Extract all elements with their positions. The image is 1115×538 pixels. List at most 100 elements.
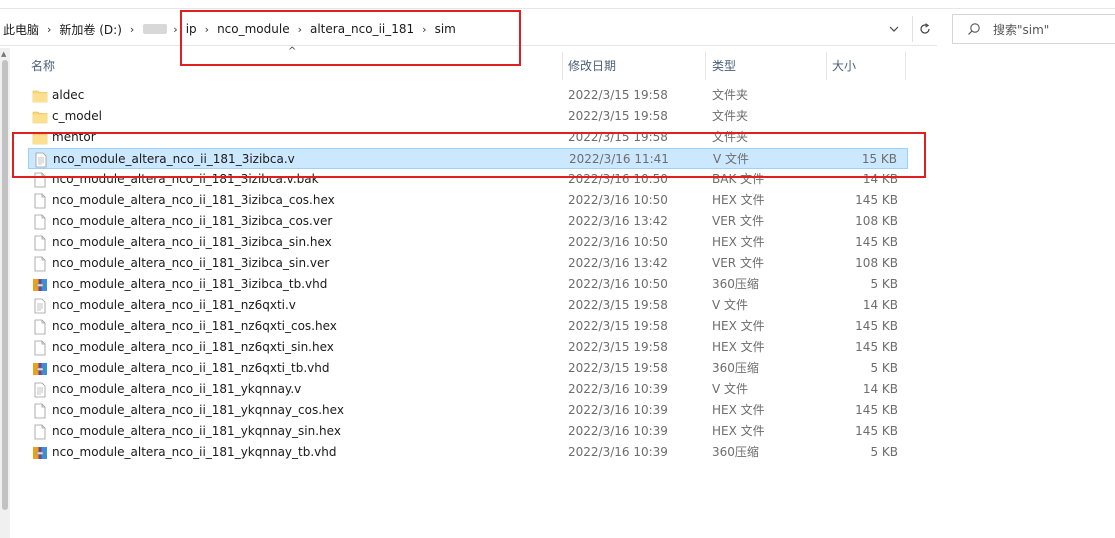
- text-file-icon: [32, 382, 48, 398]
- file-modified-date: 2022/3/16 13:42: [568, 214, 668, 228]
- file-type: HEX 文件: [712, 319, 765, 333]
- file-name: nco_module_altera_nco_ii_181_ykqnnay.v: [52, 382, 302, 396]
- folder-icon: [32, 109, 48, 125]
- file-row[interactable]: nco_module_altera_nco_ii_181_nz6qxti_cos…: [28, 316, 908, 337]
- file-row[interactable]: nco_module_altera_nco_ii_181_nz6qxti_sin…: [28, 337, 908, 358]
- scroll-up-icon[interactable]: ▲: [1, 50, 6, 58]
- file-name: nco_module_altera_nco_ii_181_ykqnnay_tb.…: [52, 445, 337, 459]
- file-name: nco_module_altera_nco_ii_181_ykqnnay_cos…: [52, 403, 344, 417]
- file-row[interactable]: nco_module_altera_nco_ii_181_nz6qxti.v 20…: [28, 295, 908, 316]
- file-size: 145 KB: [855, 193, 898, 207]
- file-row[interactable]: nco_module_altera_nco_ii_181_3izibca_sin…: [28, 232, 908, 253]
- scrollbar-thumb[interactable]: [2, 60, 8, 510]
- blank-file-icon: [32, 235, 48, 251]
- file-row[interactable]: nco_module_altera_nco_ii_181_ykqnnay_tb.…: [28, 442, 908, 463]
- file-row[interactable]: nco_module_altera_nco_ii_181_3izibca_sin…: [28, 253, 908, 274]
- file-row[interactable]: nco_module_altera_nco_ii_181_ykqnnay.v 20…: [28, 379, 908, 400]
- file-type: 文件夹: [712, 88, 749, 102]
- text-file-icon: [32, 298, 48, 314]
- file-type: HEX 文件: [712, 235, 765, 249]
- chevron-right-icon[interactable]: ›: [45, 23, 56, 36]
- file-name: nco_module_altera_nco_ii_181_nz6qxti.v: [52, 298, 296, 312]
- file-type: HEX 文件: [712, 403, 765, 417]
- column-divider[interactable]: [562, 52, 563, 80]
- file-modified-date: 2022/3/16 10:50: [568, 193, 668, 207]
- file-size: 145 KB: [855, 403, 898, 417]
- file-type: 文件夹: [712, 109, 749, 123]
- column-divider[interactable]: [705, 52, 706, 80]
- file-size: 5 KB: [870, 445, 898, 459]
- caret-up-icon: ^: [288, 46, 297, 57]
- history-dropdown-button[interactable]: [884, 16, 904, 42]
- file-type: HEX 文件: [712, 340, 765, 354]
- file-size: 108 KB: [855, 214, 898, 228]
- file-row[interactable]: nco_module_altera_nco_ii_181_ykqnnay_cos…: [28, 400, 908, 421]
- column-divider[interactable]: [905, 52, 906, 80]
- file-modified-date: 2022/3/15 19:58: [568, 88, 668, 102]
- blank-file-icon: [32, 256, 48, 272]
- blank-file-icon: [32, 193, 48, 209]
- file-size: 5 KB: [870, 361, 898, 375]
- file-type: 360压缩: [712, 445, 759, 459]
- file-size: 145 KB: [855, 235, 898, 249]
- blank-file-icon: [32, 403, 48, 419]
- file-row[interactable]: nco_module_altera_nco_ii_181_ykqnnay_sin…: [28, 421, 908, 442]
- annotation-box-file: [12, 132, 926, 178]
- file-name: nco_module_altera_nco_ii_181_nz6qxti_sin…: [52, 340, 334, 354]
- annotation-box-path: [180, 10, 521, 66]
- file-size: 5 KB: [870, 277, 898, 291]
- folder-icon: [32, 88, 48, 104]
- window-top-border: [0, 8, 1115, 9]
- file-row[interactable]: nco_module_altera_nco_ii_181_nz6qxti_tb.…: [28, 358, 908, 379]
- file-name: nco_module_altera_nco_ii_181_ykqnnay_sin…: [52, 424, 341, 438]
- search-input[interactable]: 搜索"sim": [993, 21, 1049, 38]
- search-icon: [967, 22, 985, 36]
- file-size: 108 KB: [855, 256, 898, 270]
- file-modified-date: 2022/3/15 19:58: [568, 109, 668, 123]
- chevron-right-icon[interactable]: ›: [128, 23, 139, 36]
- archive-icon: [32, 361, 48, 377]
- chevron-down-icon: [889, 26, 899, 32]
- file-modified-date: 2022/3/16 10:39: [568, 403, 668, 417]
- file-row[interactable]: nco_module_altera_nco_ii_181_3izibca_cos…: [28, 211, 908, 232]
- archive-icon: [32, 277, 48, 293]
- file-name: c_model: [52, 109, 102, 123]
- file-type: 360压缩: [712, 361, 759, 375]
- redacted-folder[interactable]: [143, 24, 168, 34]
- search-box[interactable]: 搜索"sim": [952, 14, 1115, 44]
- file-name: nco_module_altera_nco_ii_181_3izibca_sin…: [52, 256, 330, 270]
- blank-file-icon: [32, 424, 48, 440]
- scrollbar[interactable]: ▲: [0, 48, 10, 538]
- archive-icon: [32, 445, 48, 461]
- blank-file-icon: [32, 340, 48, 356]
- breadcrumb-drive-d[interactable]: 新加卷 (D:): [56, 21, 127, 38]
- blank-file-icon: [32, 214, 48, 230]
- file-size: 14 KB: [862, 298, 898, 312]
- file-name: nco_module_altera_nco_ii_181_nz6qxti_tb.…: [52, 361, 330, 375]
- file-row[interactable]: nco_module_altera_nco_ii_181_3izibca_cos…: [28, 190, 908, 211]
- file-modified-date: 2022/3/16 10:39: [568, 424, 668, 438]
- file-type: HEX 文件: [712, 424, 765, 438]
- column-header-name[interactable]: 名称: [31, 52, 55, 78]
- file-row[interactable]: nco_module_altera_nco_ii_181_3izibca_tb.…: [28, 274, 908, 295]
- file-name: nco_module_altera_nco_ii_181_3izibca_sin…: [52, 235, 332, 249]
- file-size: 145 KB: [855, 340, 898, 354]
- file-size: 14 KB: [862, 382, 898, 396]
- column-header-type[interactable]: 类型: [712, 52, 736, 78]
- file-type: 360压缩: [712, 277, 759, 291]
- folder-row[interactable]: c_model 2022/3/15 19:58 文件夹: [28, 106, 908, 127]
- column-header-size[interactable]: 大小: [832, 52, 856, 78]
- file-type: VER 文件: [712, 214, 764, 228]
- refresh-icon: [920, 23, 930, 34]
- file-modified-date: 2022/3/16 13:42: [568, 256, 668, 270]
- file-type: HEX 文件: [712, 193, 765, 207]
- file-modified-date: 2022/3/16 10:39: [568, 445, 668, 459]
- folder-row[interactable]: aldec 2022/3/15 19:58 文件夹: [28, 85, 908, 106]
- column-divider[interactable]: [826, 52, 827, 80]
- breadcrumb-this-pc[interactable]: 此电脑: [0, 21, 45, 38]
- file-size: 145 KB: [855, 319, 898, 333]
- file-modified-date: 2022/3/15 19:58: [568, 298, 668, 312]
- refresh-button[interactable]: [912, 16, 937, 42]
- column-header-date[interactable]: 修改日期: [568, 52, 616, 78]
- file-type: V 文件: [712, 298, 749, 312]
